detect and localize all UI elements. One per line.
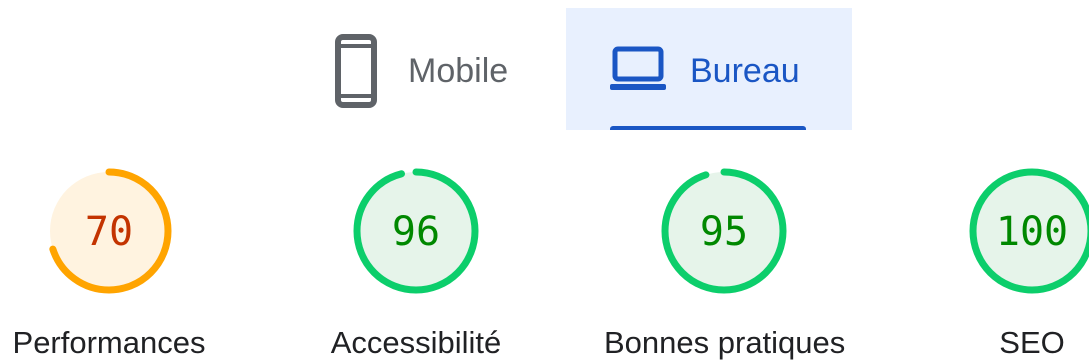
gauge-best-practices-score: 95	[700, 209, 748, 255]
gauge-seo-label: SEO	[999, 325, 1065, 360]
mobile-phone-icon	[335, 34, 377, 108]
tab-mobile-label: Mobile	[408, 52, 509, 90]
gauge-best-practices[interactable]: 95 Bonnes pratiques	[604, 166, 845, 360]
tab-desktop[interactable]: Bureau	[566, 8, 852, 130]
gauge-accessibility[interactable]: 96 Accessibilité	[296, 166, 536, 360]
gauge-best-practices-label: Bonnes pratiques	[604, 325, 846, 360]
gauge-performance[interactable]: 70 Performances	[0, 166, 229, 360]
gauge-seo-ring: 100	[969, 168, 1089, 294]
laptop-icon	[610, 46, 666, 90]
gauge-performance-ring: 70	[46, 168, 172, 294]
tab-desktop-label: Bureau	[690, 52, 800, 90]
gauge-seo-score: 100	[996, 209, 1068, 255]
gauge-performance-label: Performances	[12, 325, 206, 360]
gauge-accessibility-ring: 96	[353, 168, 479, 294]
gauge-accessibility-label: Accessibilité	[330, 325, 502, 360]
tab-mobile[interactable]: Mobile	[310, 8, 566, 130]
gauge-accessibility-score: 96	[392, 209, 440, 255]
gauge-performance-score: 70	[85, 209, 133, 255]
gauge-best-practices-ring: 95	[661, 168, 787, 294]
tab-selected-indicator	[610, 126, 806, 130]
device-tabs: Mobile Bureau	[310, 8, 852, 130]
gauge-seo[interactable]: 100 SEO	[912, 166, 1089, 360]
